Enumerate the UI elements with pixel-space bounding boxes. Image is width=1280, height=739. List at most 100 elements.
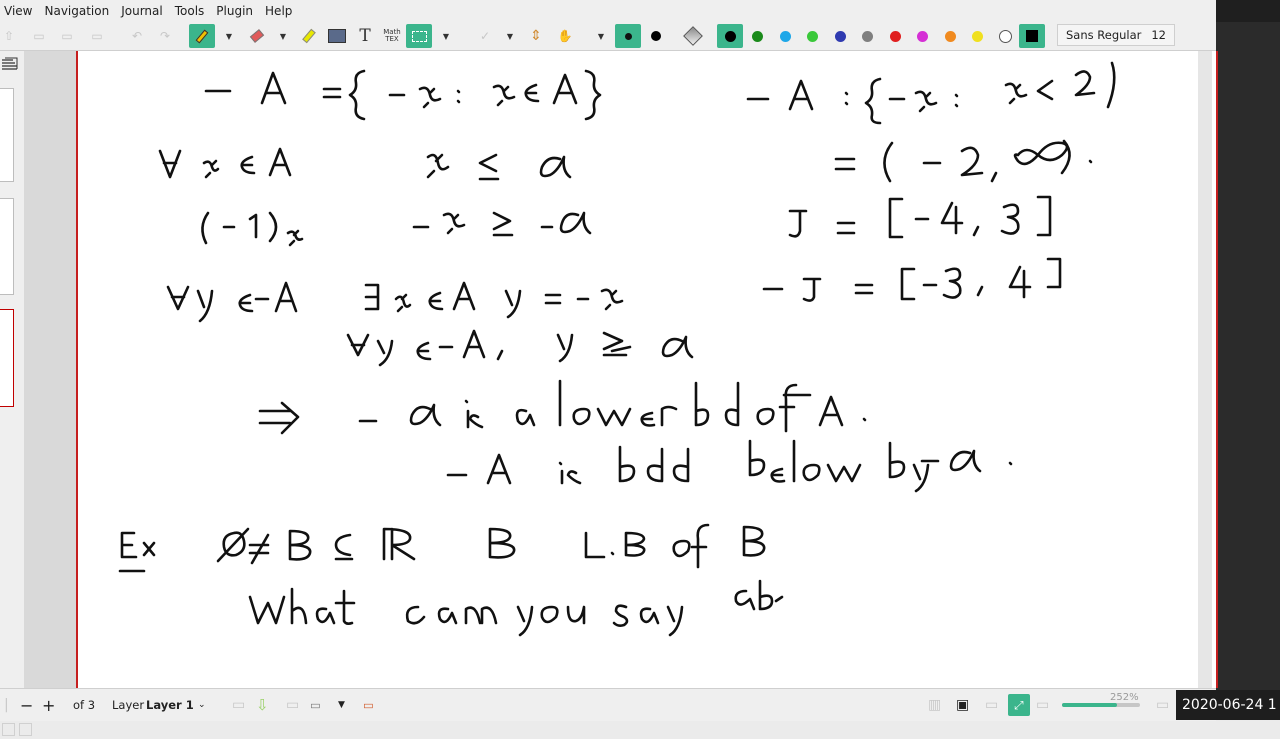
pen-icon xyxy=(195,29,209,43)
color-lightgreen-button[interactable] xyxy=(804,24,820,48)
pen-tool-button[interactable] xyxy=(189,24,215,48)
menu-tools[interactable]: Tools xyxy=(169,0,211,22)
canvas-area: − A = { − x : x ∈ A } − A : { − x : x < … xyxy=(24,51,1218,688)
custom-color-button[interactable] xyxy=(1019,24,1045,48)
zoom-reset-icon[interactable]: ▭ xyxy=(1156,689,1169,721)
color-lightblue-button[interactable] xyxy=(777,24,793,48)
select-region-icon xyxy=(411,30,427,42)
color-black-swatch xyxy=(724,30,736,42)
math-tex-icon: Math TEX xyxy=(383,28,401,43)
sidebar-next-icon[interactable] xyxy=(19,722,32,736)
open-file-icon[interactable]: ▭ xyxy=(30,24,48,48)
page-thumbnail-1[interactable] xyxy=(0,88,14,182)
pen-options-chevron-down-icon[interactable]: ▼ xyxy=(224,24,234,48)
text-icon: T xyxy=(359,26,371,46)
ink-line-5: ( − 1 ) x − x ≥ − α xyxy=(201,211,592,247)
print-icon[interactable]: ▭ xyxy=(88,24,106,48)
zoom-in-button[interactable]: + xyxy=(42,689,55,721)
color-blue-button[interactable] xyxy=(832,24,848,48)
ink-line-11: − A is bdd below by − α . xyxy=(446,439,1013,493)
save-icon[interactable]: ▭ xyxy=(58,24,76,48)
fill-button[interactable] xyxy=(682,24,704,48)
font-selector[interactable]: Sans Regular 12 xyxy=(1057,24,1175,46)
new-layer-icon[interactable]: ▭ xyxy=(310,689,321,721)
layer-up-icon[interactable]: ▭ xyxy=(232,689,245,721)
fill-icon xyxy=(683,26,703,46)
menu-journal[interactable]: Journal xyxy=(115,0,169,22)
menu-help[interactable]: Help xyxy=(259,0,298,22)
eraser-tool-button[interactable] xyxy=(246,24,268,48)
hand-options-chevron-down-icon[interactable]: ▼ xyxy=(596,24,606,48)
undo-icon[interactable]: ↶ xyxy=(128,24,146,48)
delete-layer-icon[interactable]: ▭ xyxy=(363,689,374,721)
page-thumbnail-2[interactable] xyxy=(0,198,14,295)
ink-line-6: J = [ − 4 , 3 ] xyxy=(788,195,1052,239)
first-page-icon[interactable]: | xyxy=(4,689,9,721)
layers-icon[interactable] xyxy=(1,57,19,71)
zoom-width-button[interactable]: ⤢ xyxy=(1008,694,1030,716)
new-document-icon[interactable]: ⇧ xyxy=(0,24,18,48)
journal-page[interactable]: − A = { − x : x ∈ A } − A : { − x : x < … xyxy=(76,51,1218,688)
sidebar-prev-icon[interactable] xyxy=(2,722,15,736)
ink-line-3: ∀ x ∈ A x ≤ α xyxy=(158,147,572,181)
color-gray-button[interactable] xyxy=(859,24,875,48)
color-orange-button[interactable] xyxy=(942,24,958,48)
text-tool-button[interactable]: T xyxy=(354,24,376,48)
handwriting-ink: − A = { − x : x ∈ A } − A : { − x : x < … xyxy=(118,61,1116,637)
eraser-options-chevron-down-icon[interactable]: ▼ xyxy=(278,24,288,48)
color-lightgreen-swatch xyxy=(806,30,818,42)
vertical-scrollbar[interactable] xyxy=(1198,51,1212,688)
highlighter-icon xyxy=(302,28,316,44)
menu-plugin[interactable]: Plugin xyxy=(210,0,259,22)
layer-down-icon[interactable]: ⇩ xyxy=(256,689,269,721)
font-name: Sans Regular xyxy=(1066,28,1142,42)
color-yellow-button[interactable] xyxy=(969,24,985,48)
menu-view[interactable]: View xyxy=(0,0,38,22)
color-red-button[interactable] xyxy=(887,24,903,48)
page-preview-sidebar xyxy=(0,51,32,736)
color-black-button[interactable] xyxy=(717,24,743,48)
ink-line-1: − A = { − x : x ∈ A } xyxy=(204,69,602,121)
vertical-space-icon[interactable]: ⇕ xyxy=(526,24,546,48)
two-pages-icon[interactable]: ▥ xyxy=(928,689,941,721)
page-thumbnail-3[interactable] xyxy=(0,309,14,407)
pen-size-medium-button[interactable] xyxy=(646,24,666,48)
fullscreen-icon[interactable]: ▣ xyxy=(956,689,969,721)
ink-line-8: − J = [ − 3 , 4 ] xyxy=(762,257,1062,302)
select-options-chevron-down-icon[interactable]: ▼ xyxy=(441,24,451,48)
pen-size-fine-button[interactable] xyxy=(615,24,641,48)
color-green-button[interactable] xyxy=(749,24,765,48)
desktop-background xyxy=(1216,0,1280,720)
font-size: 12 xyxy=(1151,28,1166,42)
new-layer-chevron-down-icon[interactable]: ▼ xyxy=(338,689,345,721)
layer-label: Layer xyxy=(112,698,145,712)
layer-chevron-down-icon[interactable]: ⌄ xyxy=(198,689,206,721)
color-blue-swatch xyxy=(834,30,846,42)
layer-select[interactable]: Layer 1 xyxy=(146,689,194,721)
image-icon xyxy=(328,29,346,43)
zoom-slider[interactable] xyxy=(1062,689,1140,721)
zoom-slider-fill xyxy=(1062,703,1117,707)
shape-options-chevron-down-icon[interactable]: ▼ xyxy=(505,24,515,48)
layer-prev-icon[interactable]: ▭ xyxy=(286,689,299,721)
color-white-button[interactable] xyxy=(997,24,1013,48)
redo-icon[interactable]: ↷ xyxy=(156,24,174,48)
ink-line-2: − A : { − x : x < 2 } xyxy=(746,61,1116,125)
select-region-tool-button[interactable] xyxy=(406,24,432,48)
color-yellow-swatch xyxy=(971,30,983,42)
eraser-icon xyxy=(249,29,265,43)
color-magenta-button[interactable] xyxy=(914,24,930,48)
zoom-out-button[interactable]: − xyxy=(20,689,33,721)
desktop-panel xyxy=(1216,0,1280,22)
ink-line-9: ∀ y ∈ − A , y ≥ − α xyxy=(346,329,694,367)
highlighter-tool-button[interactable] xyxy=(298,24,320,48)
zoom-100-icon[interactable]: ▭ xyxy=(1036,689,1049,721)
ink-line-4: = ( − 2 , ∞ ) . xyxy=(834,139,1093,183)
ruler-icon[interactable]: ✓ xyxy=(476,24,494,48)
menu-navigation[interactable]: Navigation xyxy=(38,0,115,22)
image-tool-button[interactable] xyxy=(326,24,348,48)
page-count: of 3 xyxy=(73,698,96,712)
hand-tool-icon[interactable]: ✋ xyxy=(556,24,574,48)
zoom-fit-icon[interactable]: ▭ xyxy=(985,689,998,721)
math-tex-tool-button[interactable]: Math TEX xyxy=(381,24,403,48)
